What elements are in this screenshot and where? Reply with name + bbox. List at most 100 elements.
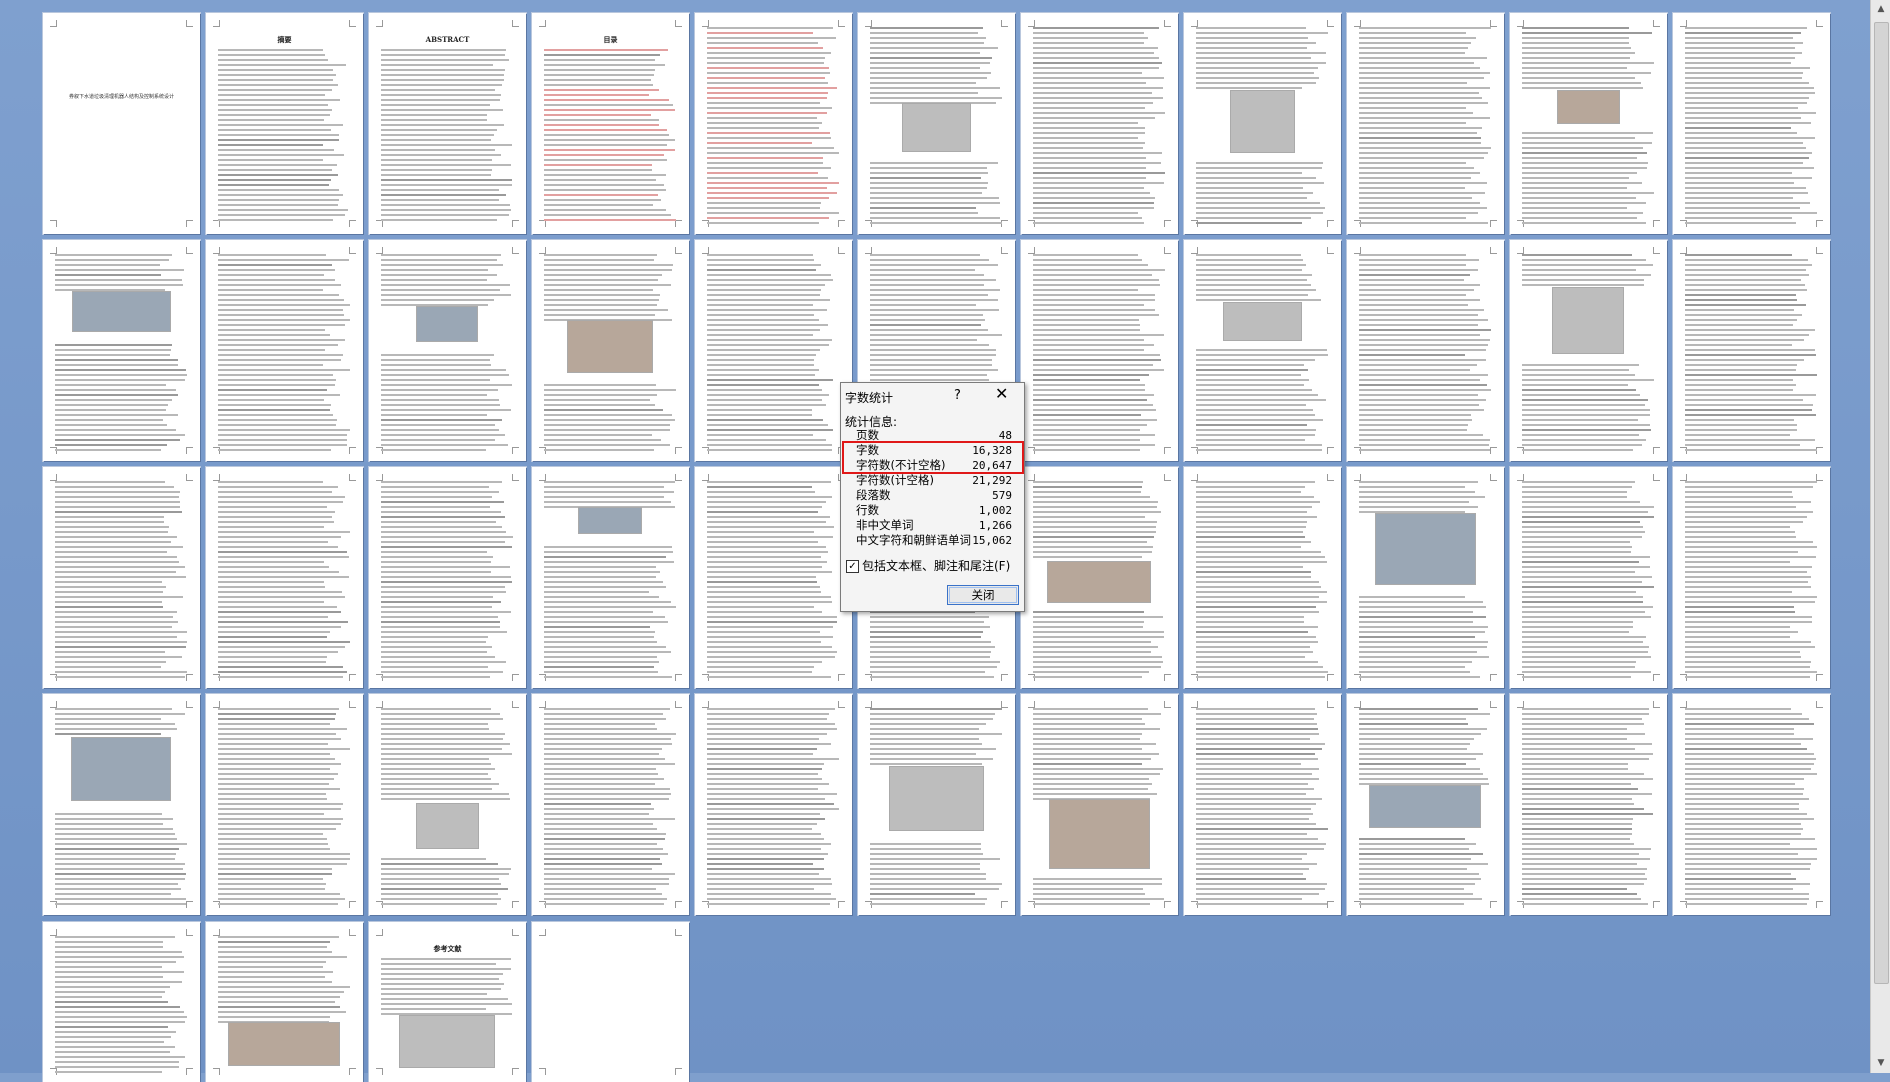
text-line [1033, 641, 1151, 643]
text-line [544, 591, 649, 593]
text-line [1196, 823, 1316, 825]
page-thumbnail[interactable]: 目录 [532, 13, 689, 234]
text-line [544, 119, 659, 121]
text-line [707, 222, 819, 224]
page-thumbnail[interactable] [1673, 694, 1830, 915]
page-thumbnail[interactable] [532, 240, 689, 461]
text-line [1033, 449, 1140, 451]
page-thumbnail[interactable] [206, 694, 363, 915]
page-thumbnail[interactable] [1510, 694, 1667, 915]
page-thumbnail[interactable] [43, 922, 200, 1082]
page-corner-mark [1653, 447, 1660, 454]
page-thumbnail[interactable] [206, 240, 363, 461]
page-thumbnail[interactable] [858, 694, 1015, 915]
scroll-thumb[interactable] [1874, 22, 1889, 984]
page-thumbnail[interactable] [369, 694, 526, 915]
text-line [1033, 289, 1138, 291]
page-thumbnail[interactable] [1021, 240, 1178, 461]
dialog-title-bar[interactable]: 字数统计 ? ✕ [841, 383, 1024, 409]
text-line [1522, 651, 1648, 653]
text-line [1033, 304, 1144, 306]
page-thumbnail[interactable]: 券叙下水道垃圾清理机器人结构及控制系统设计 [43, 13, 200, 234]
page-thumbnail[interactable]: ABSTRACT [369, 13, 526, 234]
page-thumbnail[interactable] [1347, 240, 1504, 461]
page-thumbnail[interactable] [369, 467, 526, 688]
text-line [707, 37, 836, 39]
page-thumbnail[interactable] [695, 240, 852, 461]
text-line [1522, 838, 1630, 840]
page-thumbnail[interactable] [695, 13, 852, 234]
page-thumbnail[interactable] [43, 240, 200, 461]
text-line [1359, 434, 1483, 436]
page-thumbnail[interactable] [43, 467, 200, 688]
page-thumbnail[interactable] [532, 694, 689, 915]
page-thumbnail[interactable] [1184, 240, 1341, 461]
page-thumbnail[interactable] [1673, 467, 1830, 688]
text-line [1033, 364, 1153, 366]
text-line [218, 863, 347, 865]
page-thumbnail[interactable] [1673, 13, 1830, 234]
page-thumbnail[interactable] [43, 694, 200, 915]
close-icon[interactable]: ✕ [995, 386, 1008, 402]
vertical-scrollbar[interactable]: ▲ ▼ [1870, 0, 1890, 1073]
stat-row-non-chinese-words: 非中文单词 1,266 [856, 518, 1016, 533]
page-thumbnail[interactable] [206, 922, 363, 1082]
page-thumbnail[interactable] [1510, 13, 1667, 234]
page-thumbnail[interactable] [858, 13, 1015, 234]
page-thumbnail[interactable] [1347, 467, 1504, 688]
text-line [1359, 723, 1468, 725]
text-line [707, 738, 819, 740]
page-thumbnail[interactable] [1510, 240, 1667, 461]
page-thumbnail[interactable] [532, 922, 689, 1082]
text-line [381, 748, 502, 750]
text-line [1196, 868, 1309, 870]
text-line [1196, 254, 1301, 256]
page-thumbnail[interactable]: 摘要 [206, 13, 363, 234]
scroll-up-icon[interactable]: ▲ [1874, 2, 1888, 16]
text-line [381, 511, 501, 513]
page-thumbnail[interactable] [369, 240, 526, 461]
page-thumbnail[interactable] [1021, 694, 1178, 915]
text-line [1033, 788, 1148, 790]
page-thumbnail[interactable] [695, 467, 852, 688]
text-line [1196, 511, 1307, 513]
include-textboxes-checkbox[interactable]: ✓ [846, 560, 859, 573]
close-button[interactable]: 关闭 [947, 585, 1019, 605]
text-line [218, 109, 332, 111]
page-thumbnail[interactable] [532, 467, 689, 688]
text-line [870, 314, 983, 316]
page-thumbnail[interactable] [1184, 694, 1341, 915]
page-thumbnail[interactable] [1184, 467, 1341, 688]
page-thumbnail[interactable] [1184, 13, 1341, 234]
text-line [1685, 52, 1802, 54]
page-corner-mark [675, 20, 682, 27]
page-thumbnail[interactable] [1673, 240, 1830, 461]
text-line [381, 651, 487, 653]
page-corner-mark [1191, 701, 1198, 708]
page-thumbnail[interactable] [206, 467, 363, 688]
page-thumbnail[interactable] [695, 694, 852, 915]
text-line [1196, 294, 1308, 296]
page-thumbnail[interactable] [1347, 13, 1504, 234]
text-line [381, 439, 495, 441]
page-thumbnail[interactable] [1021, 467, 1178, 688]
text-line [870, 748, 996, 750]
text-line [870, 222, 1002, 224]
scroll-down-icon[interactable]: ▼ [1874, 1056, 1888, 1070]
text-line [1196, 848, 1324, 850]
page-thumbnail[interactable] [1510, 467, 1667, 688]
help-button[interactable]: ? [954, 388, 961, 403]
text-line [1359, 152, 1488, 154]
text-line [544, 214, 671, 216]
text-line [218, 1011, 346, 1013]
text-line [1033, 369, 1164, 371]
page-thumbnail[interactable] [1347, 694, 1504, 915]
include-textboxes-option[interactable]: ✓ 包括文本框、脚注和尾注(F) [846, 557, 1010, 574]
text-line [870, 192, 982, 194]
page-thumbnail[interactable] [1021, 13, 1178, 234]
text-line [218, 546, 338, 548]
text-line [1359, 596, 1465, 598]
text-line [1685, 324, 1793, 326]
page-thumbnail[interactable]: 参考文献 [369, 922, 526, 1082]
page-corner-mark [186, 474, 193, 481]
